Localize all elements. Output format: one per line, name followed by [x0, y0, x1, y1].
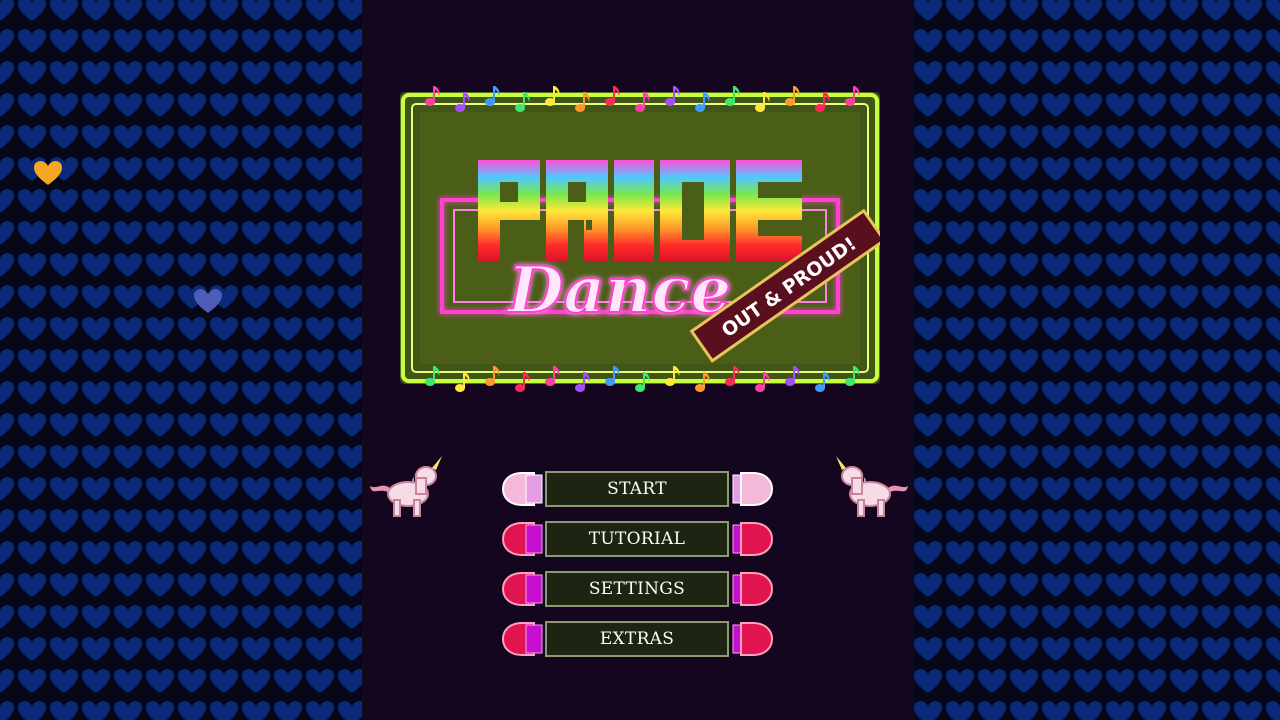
music-note-icon [665, 366, 680, 386]
music-note-icon [455, 372, 470, 392]
start-button[interactable]: START [500, 470, 775, 508]
music-note-icon [605, 366, 620, 386]
tutorial-button[interactable]: TUTORIAL [500, 520, 775, 558]
music-note-icon [725, 366, 740, 386]
music-note-icon [695, 372, 710, 392]
music-note-icon [695, 92, 710, 112]
music-note-icon [545, 366, 560, 386]
music-note-icon [485, 366, 500, 386]
settings-button[interactable]: SETTINGS [500, 570, 775, 608]
music-note-icon [845, 86, 860, 106]
heart-pattern-left [0, 0, 362, 720]
music-note-icon [755, 372, 770, 392]
music-note-icon [725, 86, 740, 106]
unicorn-icon [368, 452, 450, 520]
unicorn-icon [828, 452, 910, 520]
music-note-icon [545, 86, 560, 106]
extras-button-label: EXTRAS [599, 629, 675, 649]
music-note-icon [635, 92, 650, 112]
music-note-icon [485, 86, 500, 106]
music-note-icon [665, 86, 680, 106]
heart-wall-right [914, 0, 1280, 720]
music-note-icon [575, 92, 590, 112]
heart-wall-left [0, 0, 362, 720]
music-note-icon [575, 372, 590, 392]
music-notes [425, 86, 860, 392]
start-button-label: START [607, 479, 667, 499]
music-note-icon [785, 86, 800, 106]
music-note-icon [815, 372, 830, 392]
music-note-icon [455, 92, 470, 112]
music-note-icon [635, 372, 650, 392]
music-note-icon [515, 372, 530, 392]
heart-pattern-right [914, 0, 1280, 720]
music-note-icon [515, 92, 530, 112]
music-note-icon [845, 366, 860, 386]
music-note-icon [425, 86, 440, 106]
music-note-icon [425, 366, 440, 386]
music-note-icon [785, 366, 800, 386]
music-note-icon [605, 86, 620, 106]
music-note-icon [755, 92, 770, 112]
music-note-icon [815, 92, 830, 112]
tutorial-button-label: TUTORIAL [588, 529, 686, 549]
settings-button-label: SETTINGS [588, 579, 686, 599]
extras-button[interactable]: EXTRAS [500, 620, 775, 658]
